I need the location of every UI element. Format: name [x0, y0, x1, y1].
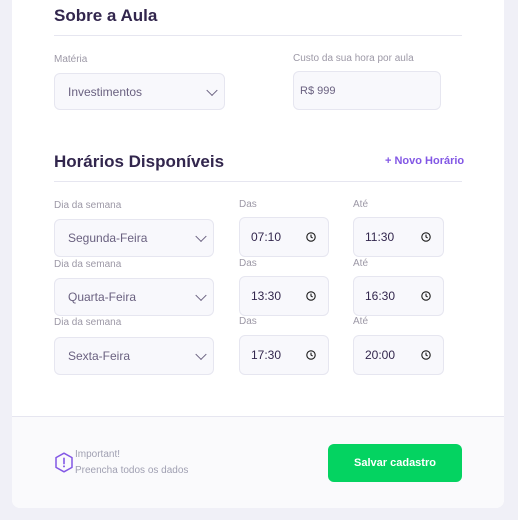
clock-icon: [421, 232, 431, 242]
dia-value: Quarta-Feira: [68, 290, 137, 304]
materia-label: Matéria: [54, 54, 88, 65]
chevron-down-icon: [206, 84, 218, 96]
custo-value: R$ 999: [300, 84, 336, 97]
materia-select[interactable]: Investimentos: [54, 73, 225, 110]
clock-icon: [306, 291, 316, 301]
ate-value: 20:00: [365, 348, 396, 362]
dia-value: Sexta-Feira: [68, 349, 131, 363]
ate-time-input[interactable]: 11:30: [353, 217, 444, 257]
das-time-input[interactable]: 07:10: [239, 217, 329, 257]
dia-value: Segunda-Feira: [68, 231, 148, 245]
custo-label: Custo da sua hora por aula: [293, 53, 414, 64]
save-button[interactable]: Salvar cadastro: [328, 444, 462, 482]
custo-input[interactable]: R$ 999: [293, 71, 441, 110]
warning-icon: [55, 452, 73, 473]
clock-icon: [421, 350, 431, 360]
warning-text: Preencha todos os dados: [75, 465, 189, 476]
divider: [54, 35, 462, 36]
dia-label: Dia da semana: [54, 317, 122, 328]
form-card: Sobre a Aula Matéria Investimentos Custo…: [12, 0, 504, 508]
warning-title: Important!: [75, 449, 121, 460]
dia-select[interactable]: Segunda-Feira: [54, 219, 214, 257]
section-title-horarios: Horários Disponíveis: [54, 152, 225, 171]
divider: [54, 181, 462, 182]
das-value: 17:30: [251, 348, 282, 362]
materia-value: Investimentos: [68, 84, 143, 99]
ate-value: 11:30: [365, 230, 395, 244]
dia-select[interactable]: Sexta-Feira: [54, 337, 214, 375]
dia-label: Dia da semana: [54, 259, 122, 270]
clock-icon: [306, 350, 316, 360]
das-time-input[interactable]: 13:30: [239, 276, 329, 316]
ate-time-input[interactable]: 20:00: [353, 335, 444, 375]
chevron-down-icon: [195, 348, 207, 361]
dia-select[interactable]: Quarta-Feira: [54, 278, 214, 316]
dia-label: Dia da semana: [54, 200, 122, 211]
ate-value: 16:30: [365, 289, 396, 303]
ate-label: Até: [353, 316, 369, 327]
clock-icon: [421, 291, 431, 301]
das-value: 13:30: [251, 289, 282, 303]
section-title-sobre: Sobre a Aula: [54, 6, 158, 25]
add-horario-link[interactable]: + Novo Horário: [385, 155, 464, 167]
chevron-down-icon: [195, 289, 207, 302]
das-value: 07:10: [251, 230, 282, 244]
ate-label: Até: [353, 258, 369, 269]
das-label: Das: [239, 316, 257, 327]
das-label: Das: [239, 258, 257, 269]
ate-time-input[interactable]: 16:30: [353, 276, 444, 316]
ate-label: Até: [353, 199, 369, 210]
chevron-down-icon: [195, 230, 207, 243]
das-label: Das: [239, 199, 257, 210]
clock-icon: [306, 232, 316, 242]
das-time-input[interactable]: 17:30: [239, 335, 329, 375]
